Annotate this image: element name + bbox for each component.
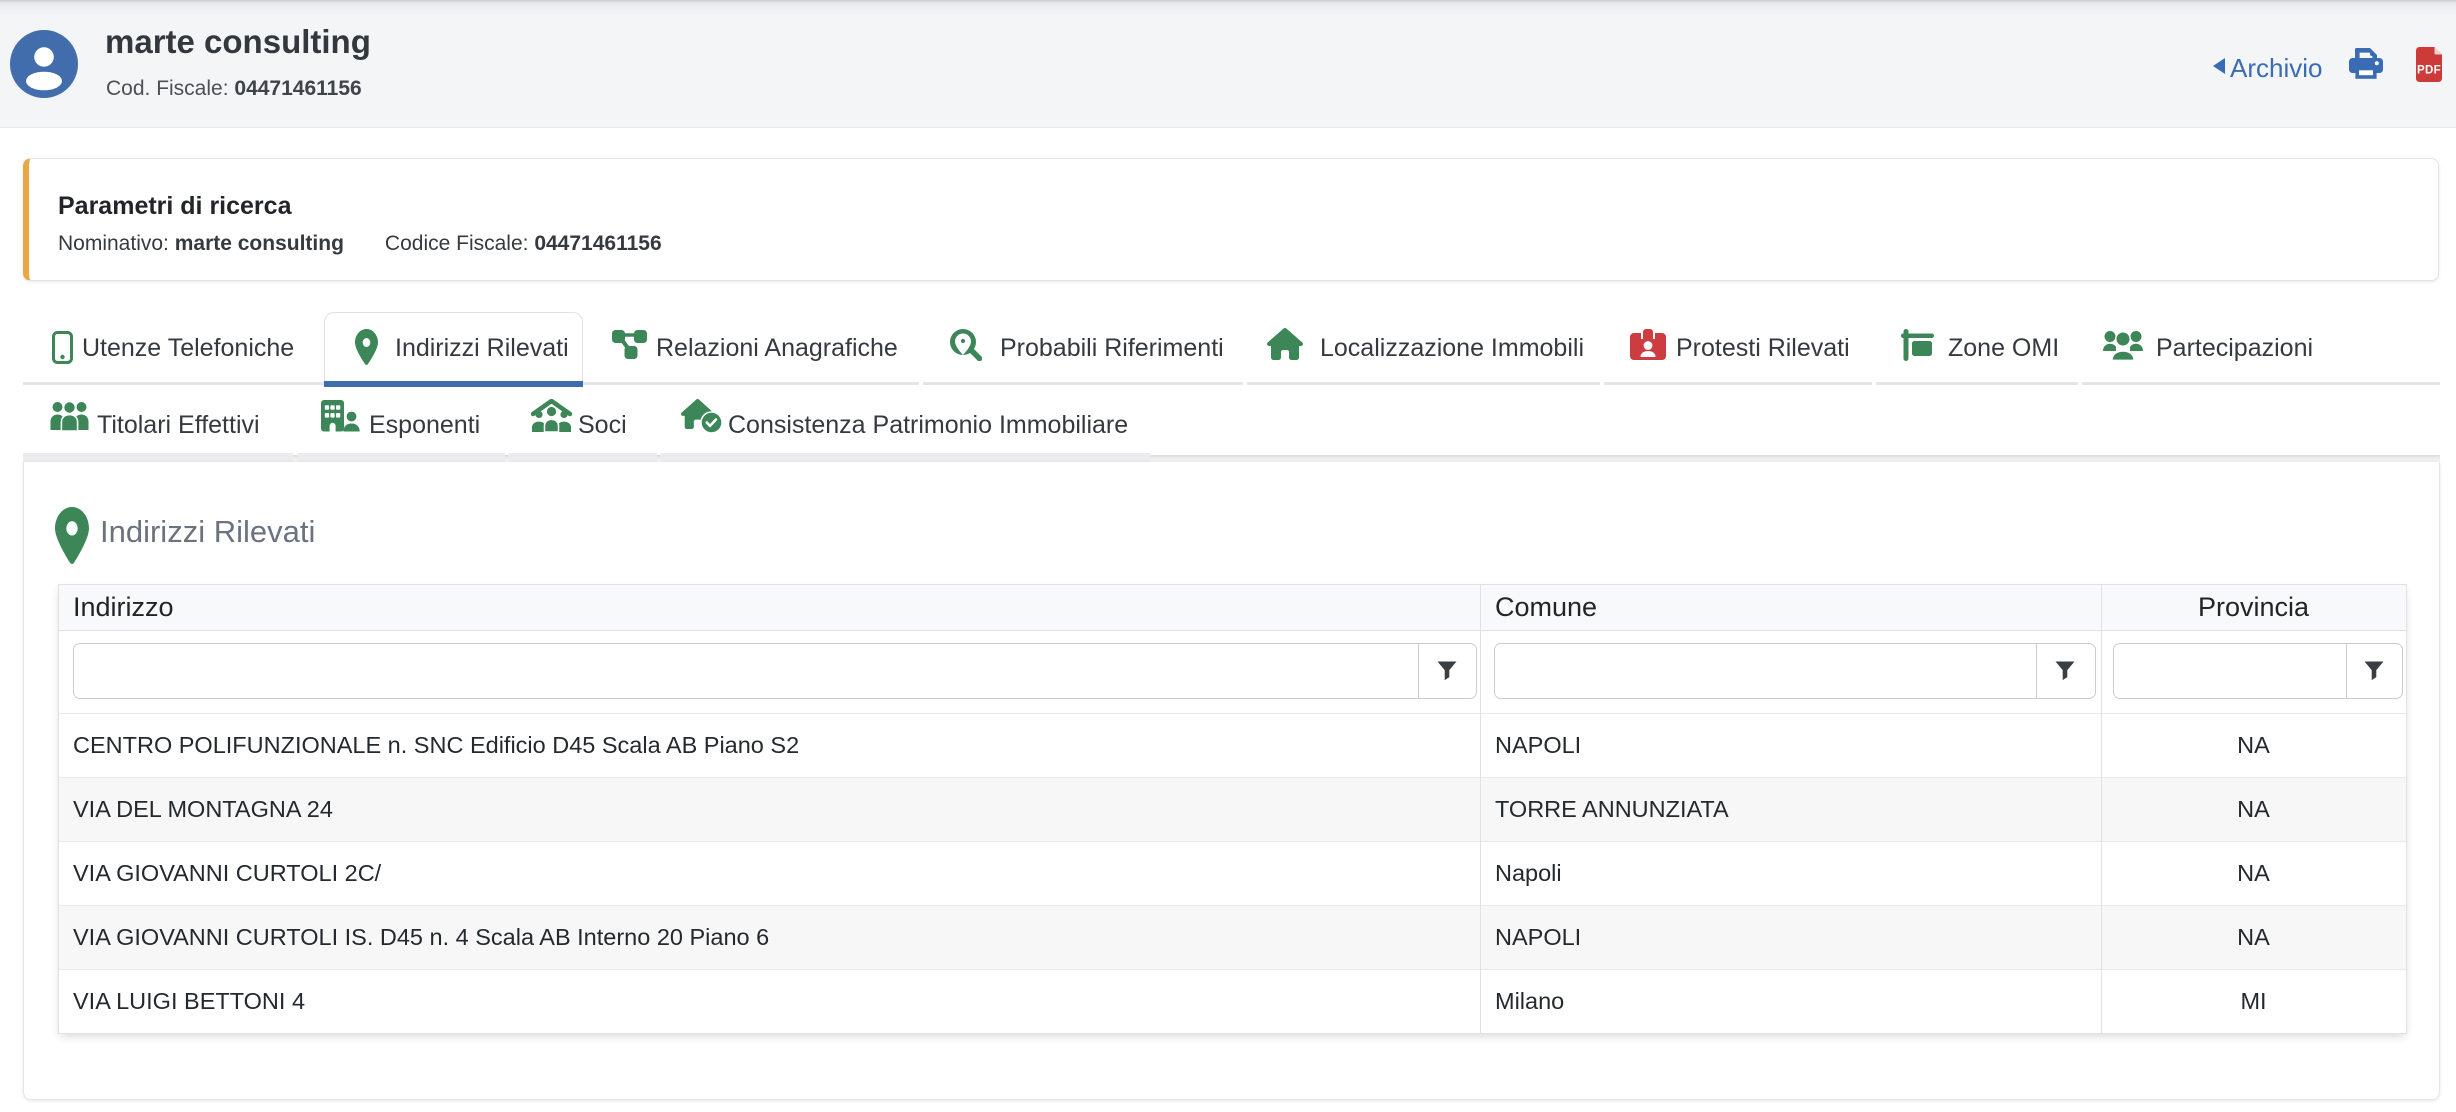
svg-text:PDF: PDF xyxy=(2417,65,2441,77)
